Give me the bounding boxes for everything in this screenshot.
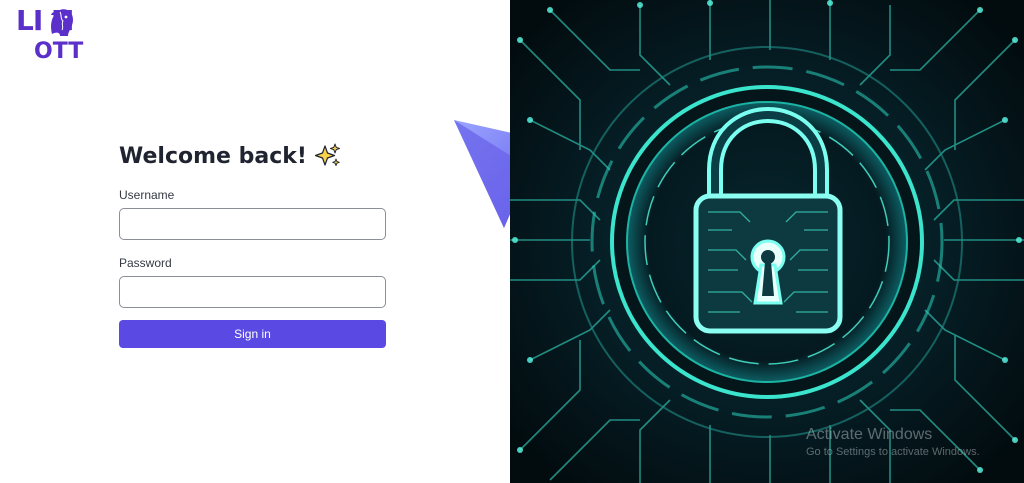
welcome-heading: Welcome back! [119, 140, 386, 172]
activate-windows-title: Activate Windows [806, 426, 933, 443]
password-input[interactable] [119, 276, 386, 308]
sparkles-icon [314, 143, 340, 167]
lion-ott-logo[interactable]: LI N OTT [16, 6, 108, 64]
password-label: Password [119, 256, 172, 270]
page-title: Welcome back! [119, 143, 307, 169]
hero-image [510, 0, 1024, 483]
sign-in-button[interactable]: Sign in [119, 320, 386, 348]
login-panel: LI N OTT Welcome back! Username Password… [0, 0, 510, 483]
username-input[interactable] [119, 208, 386, 240]
circuit-padlock-illustration [510, 0, 1024, 483]
lion-head-icon [51, 9, 73, 36]
username-label: Username [119, 188, 175, 202]
login-form: Welcome back! Username Password Sign in [119, 140, 386, 348]
logo-wordmark-bottom: OTT [34, 39, 84, 64]
activate-windows-subtitle: Go to Settings to activate Windows. [806, 446, 980, 458]
